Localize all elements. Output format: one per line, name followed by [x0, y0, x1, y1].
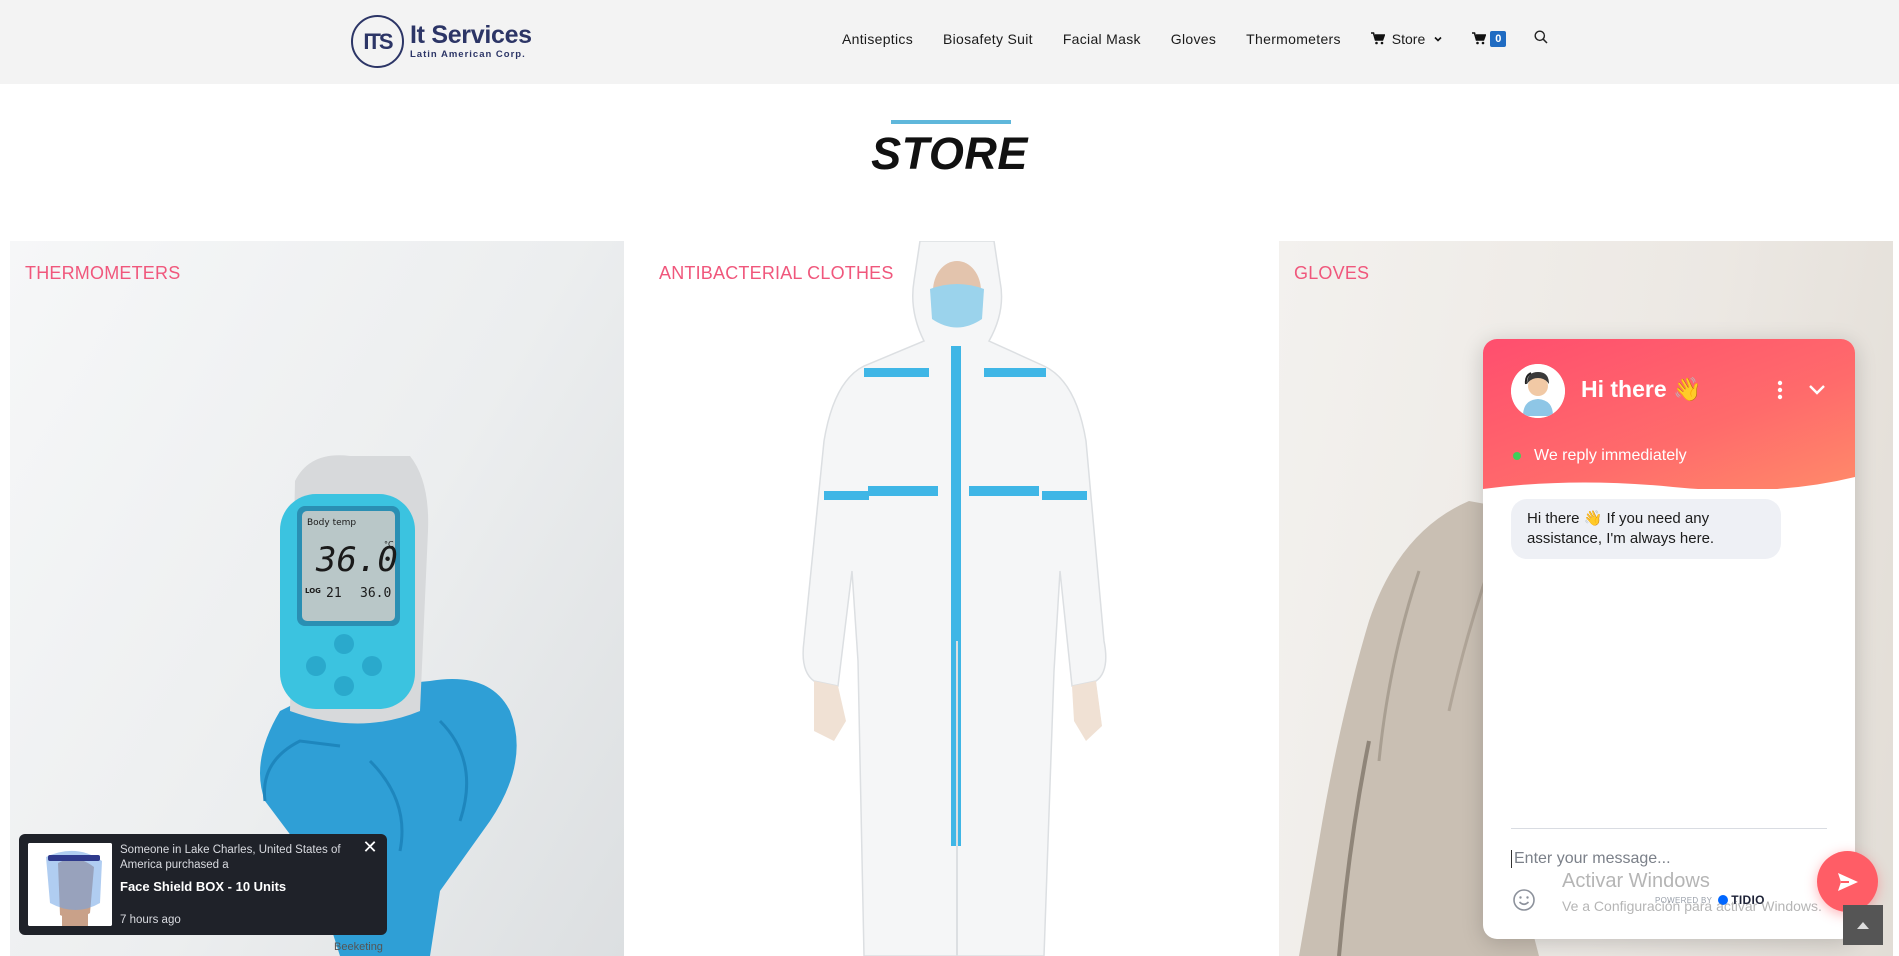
agent-avatar [1511, 364, 1565, 418]
emoji-icon[interactable] [1511, 887, 1537, 913]
biosafety-suit-image [802, 241, 1107, 956]
nav-item-store[interactable]: Store [1370, 30, 1442, 47]
more-options-icon[interactable] [1774, 379, 1786, 401]
thermo-log-label: LOG [305, 587, 321, 595]
beeketing-credit[interactable]: Beeketing [334, 941, 383, 953]
send-icon [1837, 872, 1858, 891]
minimize-chevron-icon[interactable] [1807, 382, 1827, 396]
send-message-button[interactable] [1817, 851, 1878, 912]
main-nav: Antiseptics Biosafety Suit Facial Mask G… [842, 30, 1548, 47]
thermo-log-index: 21 [326, 586, 342, 601]
cart-button[interactable]: 0 [1472, 30, 1507, 47]
nav-item-facial-mask[interactable]: Facial Mask [1063, 31, 1141, 47]
chat-widget: Hi there 👋 We reply immediately Hi there… [1483, 339, 1855, 939]
heading-accent-bar [891, 120, 1011, 124]
nav-item-biosafety-suit[interactable]: Biosafety Suit [943, 31, 1033, 47]
face-shield-image [28, 843, 112, 926]
thermo-mode-text: Body temp [307, 518, 356, 528]
category-label: GLOVES [1294, 263, 1370, 283]
nav-store-label: Store [1391, 30, 1426, 47]
close-icon[interactable]: ✕ [361, 838, 379, 856]
nav-item-gloves[interactable]: Gloves [1171, 31, 1216, 47]
chat-divider [1511, 828, 1827, 829]
chevron-up-icon [1857, 922, 1869, 929]
chat-title: Hi there 👋 [1581, 376, 1702, 402]
cart-count-badge: 0 [1490, 30, 1507, 47]
nav-item-antiseptics[interactable]: Antiseptics [842, 31, 913, 47]
notification-product[interactable]: Face Shield BOX - 10 Units [120, 879, 286, 894]
purchase-notification[interactable]: Someone in Lake Charles, United States o… [19, 834, 387, 935]
logo-subtitle: Latin American Corp. [410, 49, 526, 61]
page-title: STORE [871, 128, 1028, 179]
notification-message: Someone in Lake Charles, United States o… [120, 844, 341, 871]
notification-time: 7 hours ago [120, 914, 181, 926]
category-label: ANTIBACTERIAL CLOTHES [659, 263, 894, 283]
windows-activation-watermark: Activar Windows Ve a Configuración para … [1562, 870, 1822, 914]
search-icon [1534, 30, 1548, 44]
watermark-subtitle: Ve a Configuración para activar Windows. [1562, 898, 1822, 914]
face-shield-thumbnail [28, 843, 112, 926]
logo-mark: ITS [351, 15, 404, 68]
nav-item-thermometers[interactable]: Thermometers [1246, 31, 1341, 47]
scroll-to-top-button[interactable] [1843, 905, 1883, 945]
thermo-log-value: 36.0 [360, 586, 391, 601]
site-header: ITS It Services Latin American Corp. Ant… [0, 0, 1899, 84]
category-label: THERMOMETERS [25, 263, 181, 283]
search-button[interactable] [1534, 30, 1548, 47]
chat-message-input[interactable]: Enter your message... [1511, 850, 1811, 868]
watermark-title: Activar Windows [1562, 870, 1710, 892]
logo-title: It Services [410, 21, 532, 50]
online-status-dot [1513, 452, 1521, 460]
thermo-reading-text: 36.0 [315, 540, 398, 580]
cart-icon [1472, 32, 1487, 45]
chat-message-bubble: Hi there 👋 If you need any assistance, I… [1511, 499, 1781, 559]
site-logo[interactable]: ITS It Services Latin American Corp. [351, 15, 532, 68]
chat-status: We reply immediately [1513, 447, 1687, 465]
category-tile-antibacterial-clothes[interactable]: ANTIBACTERIAL CLOTHES [624, 241, 1279, 956]
cart-icon [1370, 32, 1385, 45]
chat-status-text: We reply immediately [1534, 447, 1687, 464]
chevron-down-icon [1434, 36, 1442, 42]
